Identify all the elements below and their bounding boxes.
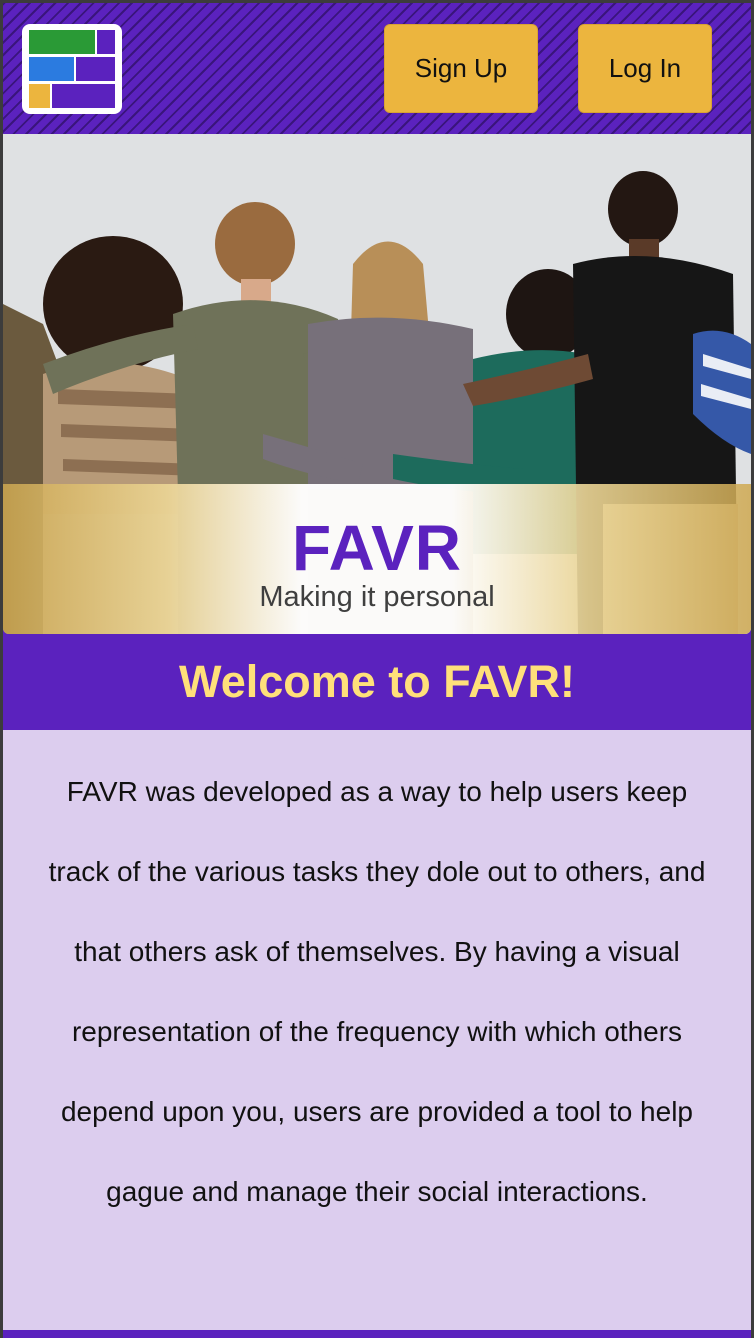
- brand-tagline: Making it personal: [259, 581, 495, 613]
- site-header: Sign Up Log In: [3, 3, 751, 134]
- page-frame: Sign Up Log In FAVR Making it personal W…: [0, 0, 754, 1338]
- logo-block-green: [29, 30, 95, 54]
- brand-title: FAVR: [292, 512, 462, 584]
- description-text: FAVR was developed as a way to help user…: [48, 776, 706, 1207]
- logo-block-gold: [29, 84, 50, 108]
- sign-up-button[interactable]: Sign Up: [384, 24, 538, 113]
- log-in-button[interactable]: Log In: [578, 24, 712, 113]
- hero-section: FAVR Making it personal: [3, 134, 751, 634]
- logo-block-purple: [97, 30, 115, 54]
- logo-block-purple: [76, 57, 115, 81]
- bottom-bar: [3, 1330, 751, 1338]
- description-panel: FAVR was developed as a way to help user…: [3, 730, 751, 1330]
- logo-block-blue: [29, 57, 74, 81]
- logo-block-purple: [52, 84, 115, 108]
- favr-logo-icon[interactable]: [22, 24, 122, 114]
- welcome-heading: Welcome to FAVR!: [3, 634, 751, 730]
